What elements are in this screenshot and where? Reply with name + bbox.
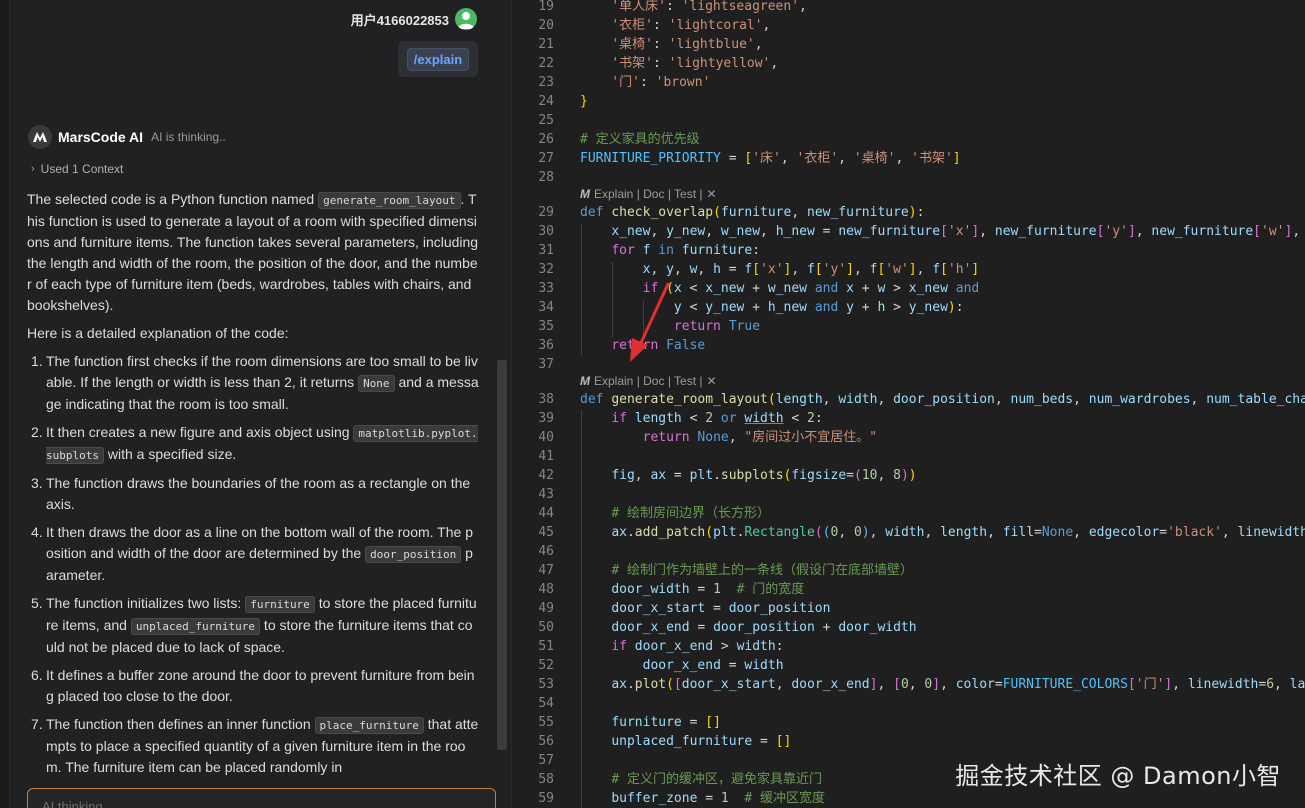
ai-header: MarsCode AI AI is thinking.. xyxy=(28,125,226,149)
activity-edge xyxy=(0,0,10,808)
chevron-right-icon: › xyxy=(31,163,35,175)
context-toggle[interactable]: › Used 1 Context xyxy=(31,162,123,176)
inline-code: unplaced_furniture xyxy=(130,618,261,635)
inline-code: door_position xyxy=(365,546,462,563)
steps-list: 1. The function first checks if the room … xyxy=(27,351,480,778)
list-item: 3. The function draws the boundaries of t… xyxy=(31,475,471,512)
user-message-bubble: /explain xyxy=(398,41,478,77)
list-item: 1. The function first checks if the room … xyxy=(31,353,479,412)
ai-answer: The selected code is a Python function n… xyxy=(27,189,480,785)
inline-code: generate_room_layout xyxy=(318,192,461,209)
ai-status: AI is thinking.. xyxy=(151,130,226,144)
inline-code: furniture xyxy=(245,596,315,613)
chat-panel: 用户4166022853 /explain MarsCode AI AI is … xyxy=(0,0,512,808)
avatar[interactable] xyxy=(455,8,477,30)
explain-command-chip[interactable]: /explain xyxy=(406,47,470,71)
close-icon[interactable]: ✕ xyxy=(707,372,717,390)
code-editor[interactable]: 19 '单人床': 'lightseagreen', 20 '衣柜': 'lig… xyxy=(513,0,1305,808)
code-lens[interactable]: M Explain | Doc | Test | ✕ xyxy=(580,185,717,203)
marscode-logo-icon: M xyxy=(580,374,590,388)
marscode-logo-icon: M xyxy=(580,187,590,201)
code-lens[interactable]: M Explain | Doc | Test | ✕ xyxy=(580,372,717,390)
ai-name: MarsCode AI xyxy=(58,129,144,145)
inline-code: place_furniture xyxy=(314,717,424,734)
inline-code: None xyxy=(358,375,395,392)
user-icon xyxy=(458,12,474,29)
list-item: 4. It then draws the door as a line on th… xyxy=(31,524,473,583)
context-label: Used 1 Context xyxy=(40,162,124,176)
chat-input[interactable]: AI thinking... xyxy=(27,788,496,808)
answer-heading: Here is a detailed explanation of the co… xyxy=(27,325,289,341)
watermark: 掘金技术社区 @ Damon小智 xyxy=(955,762,1281,790)
marscode-logo-icon xyxy=(28,125,52,149)
user-name: 用户4166022853 xyxy=(350,12,449,28)
user-header: 用户4166022853 xyxy=(351,8,477,30)
chat-scrollbar[interactable] xyxy=(497,360,507,750)
close-icon[interactable]: ✕ xyxy=(707,185,717,203)
list-item: 5. The function initializes two lists: fu… xyxy=(31,595,477,655)
answer-intro: The selected code is a Python function n… xyxy=(27,191,479,313)
list-item: 2. It then creates a new figure and axis … xyxy=(31,424,478,464)
list-item: 6. It defines a buffer zone around the do… xyxy=(31,667,475,704)
list-item: 7. The function then defines an inner fun… xyxy=(31,716,479,775)
